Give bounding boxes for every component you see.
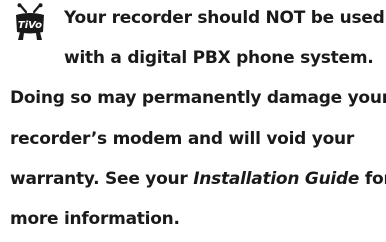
installation-guide-title: Installation Guide <box>193 169 360 189</box>
notice-line-6: more information. <box>10 209 180 229</box>
notice-line-3: Doing so may permanently damage your <box>10 88 386 108</box>
notice-line-5-suffix: for <box>364 169 386 189</box>
notice-line-4: recorder’s modem and will void your <box>10 129 355 149</box>
notice-line-1: Your recorder should NOT be used <box>64 8 385 28</box>
notice-line-5: warranty. See your Installation Guide fo… <box>10 169 386 189</box>
tivo-logo-icon: TiVo <box>16 3 44 40</box>
svg-text:TiVo: TiVo <box>18 20 42 31</box>
notice-line-2: with a digital PBX phone system. <box>64 48 374 68</box>
notice-line-5-prefix: warranty. See your <box>10 169 194 189</box>
warning-notice: TiVo Your recorder should NOT be used wi… <box>0 0 386 242</box>
